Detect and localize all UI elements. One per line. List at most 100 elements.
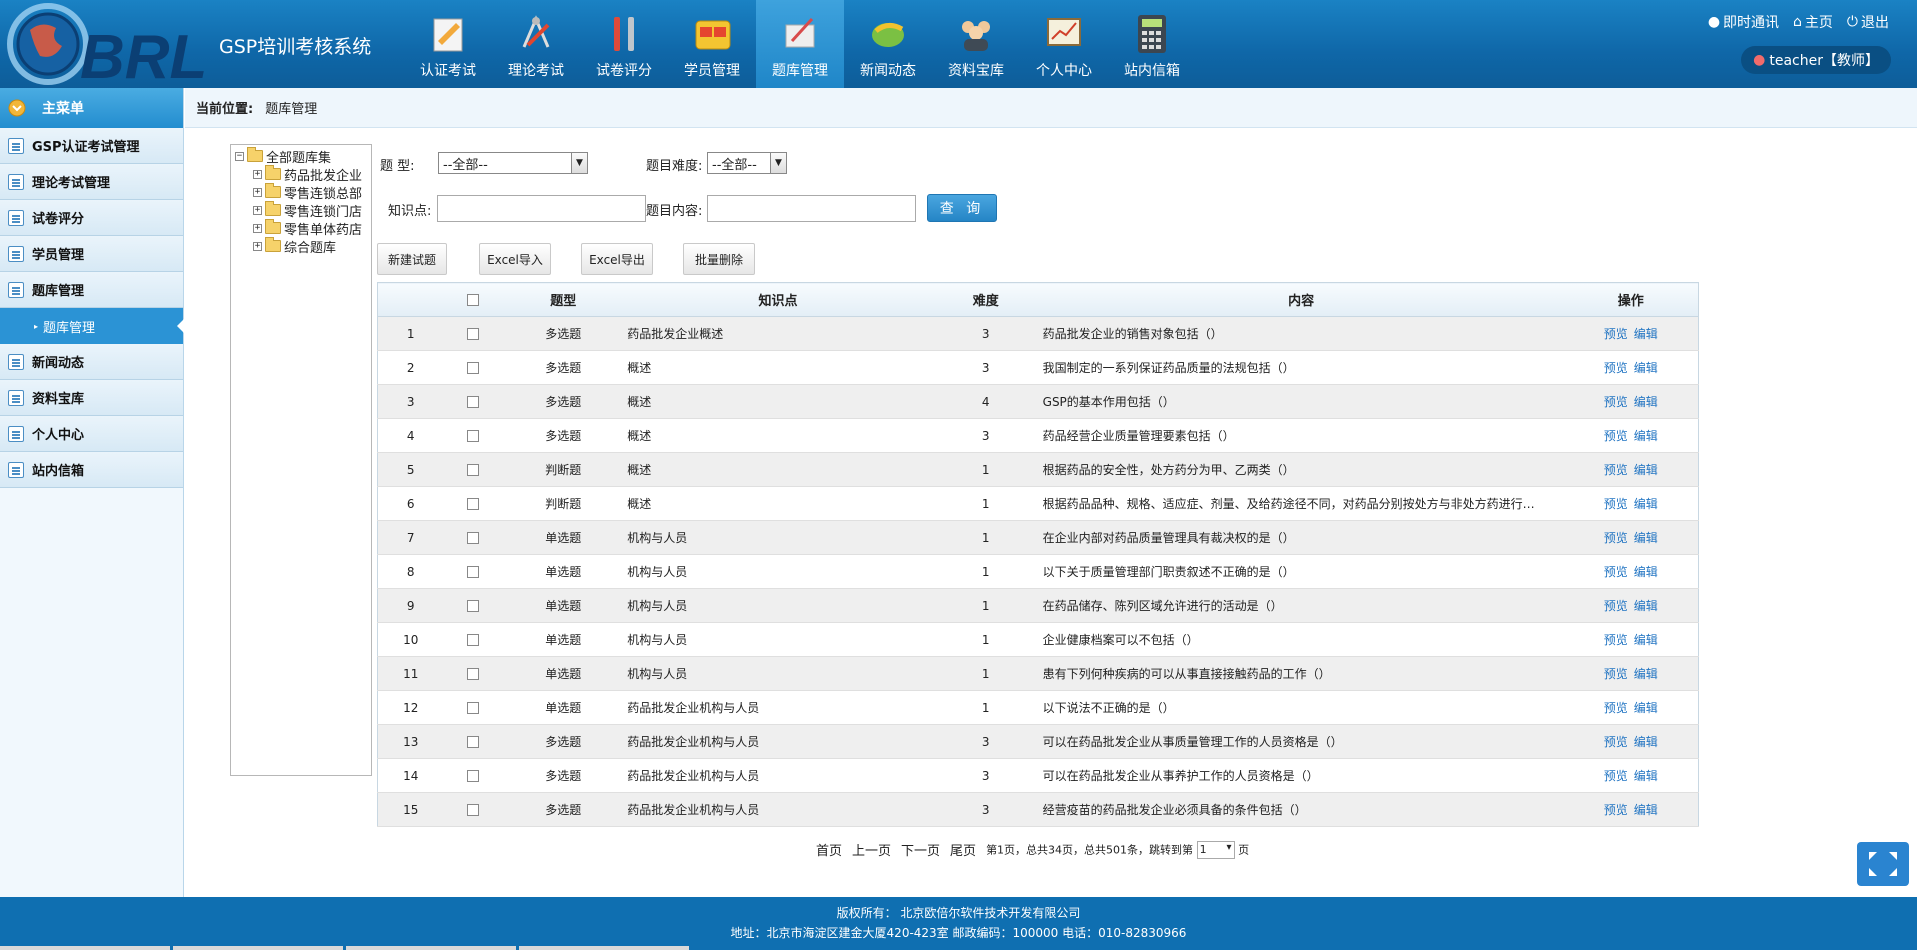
row-checkbox[interactable] bbox=[467, 498, 480, 510]
sidebar-title[interactable]: 主菜单 bbox=[0, 88, 183, 128]
preview-link[interactable]: 预览 bbox=[1604, 735, 1628, 749]
nav-item-question-bank[interactable]: 题库管理 bbox=[756, 0, 844, 88]
row-checkbox[interactable] bbox=[467, 702, 480, 714]
batch-delete-button[interactable]: 批量删除 bbox=[683, 243, 755, 275]
preview-link[interactable]: 预览 bbox=[1604, 463, 1628, 477]
fullscreen-button[interactable] bbox=[1857, 842, 1909, 886]
preview-link[interactable]: 预览 bbox=[1604, 633, 1628, 647]
nav-item-tools[interactable]: 试卷评分 bbox=[580, 0, 668, 88]
first-page-link[interactable]: 首页 bbox=[816, 840, 842, 859]
edit-link[interactable]: 编辑 bbox=[1634, 599, 1658, 613]
edit-link[interactable]: 编辑 bbox=[1634, 497, 1658, 511]
edit-link[interactable]: 编辑 bbox=[1634, 667, 1658, 681]
excel-import-button[interactable]: Excel导入 bbox=[479, 243, 551, 275]
preview-link[interactable]: 预览 bbox=[1604, 565, 1628, 579]
row-checkbox[interactable] bbox=[467, 532, 480, 544]
home-link[interactable]: ⌂ 主页 bbox=[1793, 12, 1833, 32]
nav-item-chart-board[interactable]: 个人中心 bbox=[1020, 0, 1108, 88]
sidebar-item[interactable]: 题库管理 bbox=[0, 272, 183, 308]
preview-link[interactable]: 预览 bbox=[1604, 327, 1628, 341]
expand-icon[interactable]: + bbox=[253, 223, 262, 233]
edit-link[interactable]: 编辑 bbox=[1634, 429, 1658, 443]
preview-link[interactable]: 预览 bbox=[1604, 429, 1628, 443]
sidebar-item[interactable]: 站内信箱 bbox=[0, 452, 183, 488]
row-checkbox[interactable] bbox=[467, 804, 480, 816]
row-checkbox[interactable] bbox=[467, 430, 480, 442]
row-checkbox[interactable] bbox=[467, 770, 480, 782]
nav-item-calculator[interactable]: 站内信箱 bbox=[1108, 0, 1196, 88]
preview-link[interactable]: 预览 bbox=[1604, 497, 1628, 511]
preview-link[interactable]: 预览 bbox=[1604, 531, 1628, 545]
content-input[interactable] bbox=[707, 195, 916, 222]
select-all-checkbox[interactable] bbox=[467, 293, 480, 306]
preview-link[interactable]: 预览 bbox=[1604, 395, 1628, 409]
tree-node[interactable]: + 药品批发企业 bbox=[235, 165, 367, 184]
sidebar-item[interactable]: 试卷评分 bbox=[0, 200, 183, 236]
logout-link[interactable]: ⏻ 退出 bbox=[1847, 12, 1889, 32]
sidebar-item[interactable]: 个人中心 bbox=[0, 416, 183, 452]
preview-link[interactable]: 预览 bbox=[1604, 803, 1628, 817]
row-checkbox[interactable] bbox=[467, 396, 480, 408]
sidebar-item[interactable]: 学员管理 bbox=[0, 236, 183, 272]
page-jump-select[interactable]: 1 bbox=[1196, 840, 1235, 859]
row-checkbox[interactable] bbox=[467, 362, 480, 374]
prev-page-link[interactable]: 上一页 bbox=[852, 840, 891, 859]
nav-item-people[interactable]: 资料宝库 bbox=[932, 0, 1020, 88]
sidebar-subitem-question-bank[interactable]: ▸ 题库管理 bbox=[0, 308, 184, 344]
nav-item-certificate-exam[interactable]: 认证考试 bbox=[404, 0, 492, 88]
preview-link[interactable]: 预览 bbox=[1604, 599, 1628, 613]
row-checkbox[interactable] bbox=[467, 566, 480, 578]
edit-link[interactable]: 编辑 bbox=[1634, 361, 1658, 375]
row-checkbox[interactable] bbox=[467, 634, 480, 646]
collapse-icon[interactable]: − bbox=[235, 151, 244, 161]
edit-link[interactable]: 编辑 bbox=[1634, 803, 1658, 817]
last-page-link[interactable]: 尾页 bbox=[950, 840, 976, 859]
preview-link[interactable]: 预览 bbox=[1604, 361, 1628, 375]
sidebar-item[interactable]: 理论考试管理 bbox=[0, 164, 183, 200]
preview-link[interactable]: 预览 bbox=[1604, 667, 1628, 681]
instant-message-link[interactable]: ● 即时通讯 bbox=[1708, 12, 1779, 32]
user-badge[interactable]: ● teacher【教师】 bbox=[1741, 46, 1891, 74]
nav-item-student-folder[interactable]: 学员管理 bbox=[668, 0, 756, 88]
edit-link[interactable]: 编辑 bbox=[1634, 531, 1658, 545]
expand-icon[interactable]: + bbox=[253, 205, 262, 215]
edit-link[interactable]: 编辑 bbox=[1634, 565, 1658, 579]
tree-node[interactable]: + 综合题库 bbox=[235, 237, 367, 256]
new-question-button[interactable]: 新建试题 bbox=[377, 243, 447, 275]
nav-item-news[interactable]: 新闻动态 bbox=[844, 0, 932, 88]
edit-link[interactable]: 编辑 bbox=[1634, 735, 1658, 749]
sidebar-item[interactable]: GSP认证考试管理 bbox=[0, 128, 183, 164]
row-checkbox[interactable] bbox=[467, 668, 480, 680]
edit-link[interactable]: 编辑 bbox=[1634, 327, 1658, 341]
expand-icon[interactable]: + bbox=[253, 169, 262, 179]
edit-link[interactable]: 编辑 bbox=[1634, 395, 1658, 409]
preview-link[interactable]: 预览 bbox=[1604, 769, 1628, 783]
row-index: 5 bbox=[377, 452, 444, 487]
tree-node[interactable]: + 零售连锁门店 bbox=[235, 201, 367, 220]
query-button[interactable]: 查 询 bbox=[927, 194, 997, 222]
tree-node[interactable]: + 零售单体药店 bbox=[235, 219, 367, 238]
next-page-link[interactable]: 下一页 bbox=[901, 840, 940, 859]
expand-icon[interactable]: + bbox=[253, 241, 262, 251]
difficulty-select[interactable]: --全部-- ▼ bbox=[707, 152, 787, 174]
edit-link[interactable]: 编辑 bbox=[1634, 769, 1658, 783]
row-checkbox[interactable] bbox=[467, 328, 480, 340]
nav-item-theory-exam[interactable]: 理论考试 bbox=[492, 0, 580, 88]
row-checkbox[interactable] bbox=[467, 600, 480, 612]
excel-export-button[interactable]: Excel导出 bbox=[581, 243, 653, 275]
type-select[interactable]: --全部-- ▼ bbox=[438, 152, 588, 174]
edit-link[interactable]: 编辑 bbox=[1634, 701, 1658, 715]
row-checkbox[interactable] bbox=[467, 464, 480, 476]
expand-icon[interactable]: + bbox=[253, 187, 262, 197]
row-actions: 预览 编辑 bbox=[1563, 758, 1699, 793]
tree-root[interactable]: − 全部题库集 bbox=[235, 147, 367, 166]
edit-link[interactable]: 编辑 bbox=[1634, 633, 1658, 647]
nav-label: 站内信箱 bbox=[1124, 63, 1180, 79]
edit-link[interactable]: 编辑 bbox=[1634, 463, 1658, 477]
knowledge-input[interactable] bbox=[437, 195, 646, 222]
preview-link[interactable]: 预览 bbox=[1604, 701, 1628, 715]
row-checkbox[interactable] bbox=[467, 736, 480, 748]
sidebar-item[interactable]: 新闻动态 bbox=[0, 344, 183, 380]
tree-node[interactable]: + 零售连锁总部 bbox=[235, 183, 367, 202]
sidebar-item[interactable]: 资料宝库 bbox=[0, 380, 183, 416]
